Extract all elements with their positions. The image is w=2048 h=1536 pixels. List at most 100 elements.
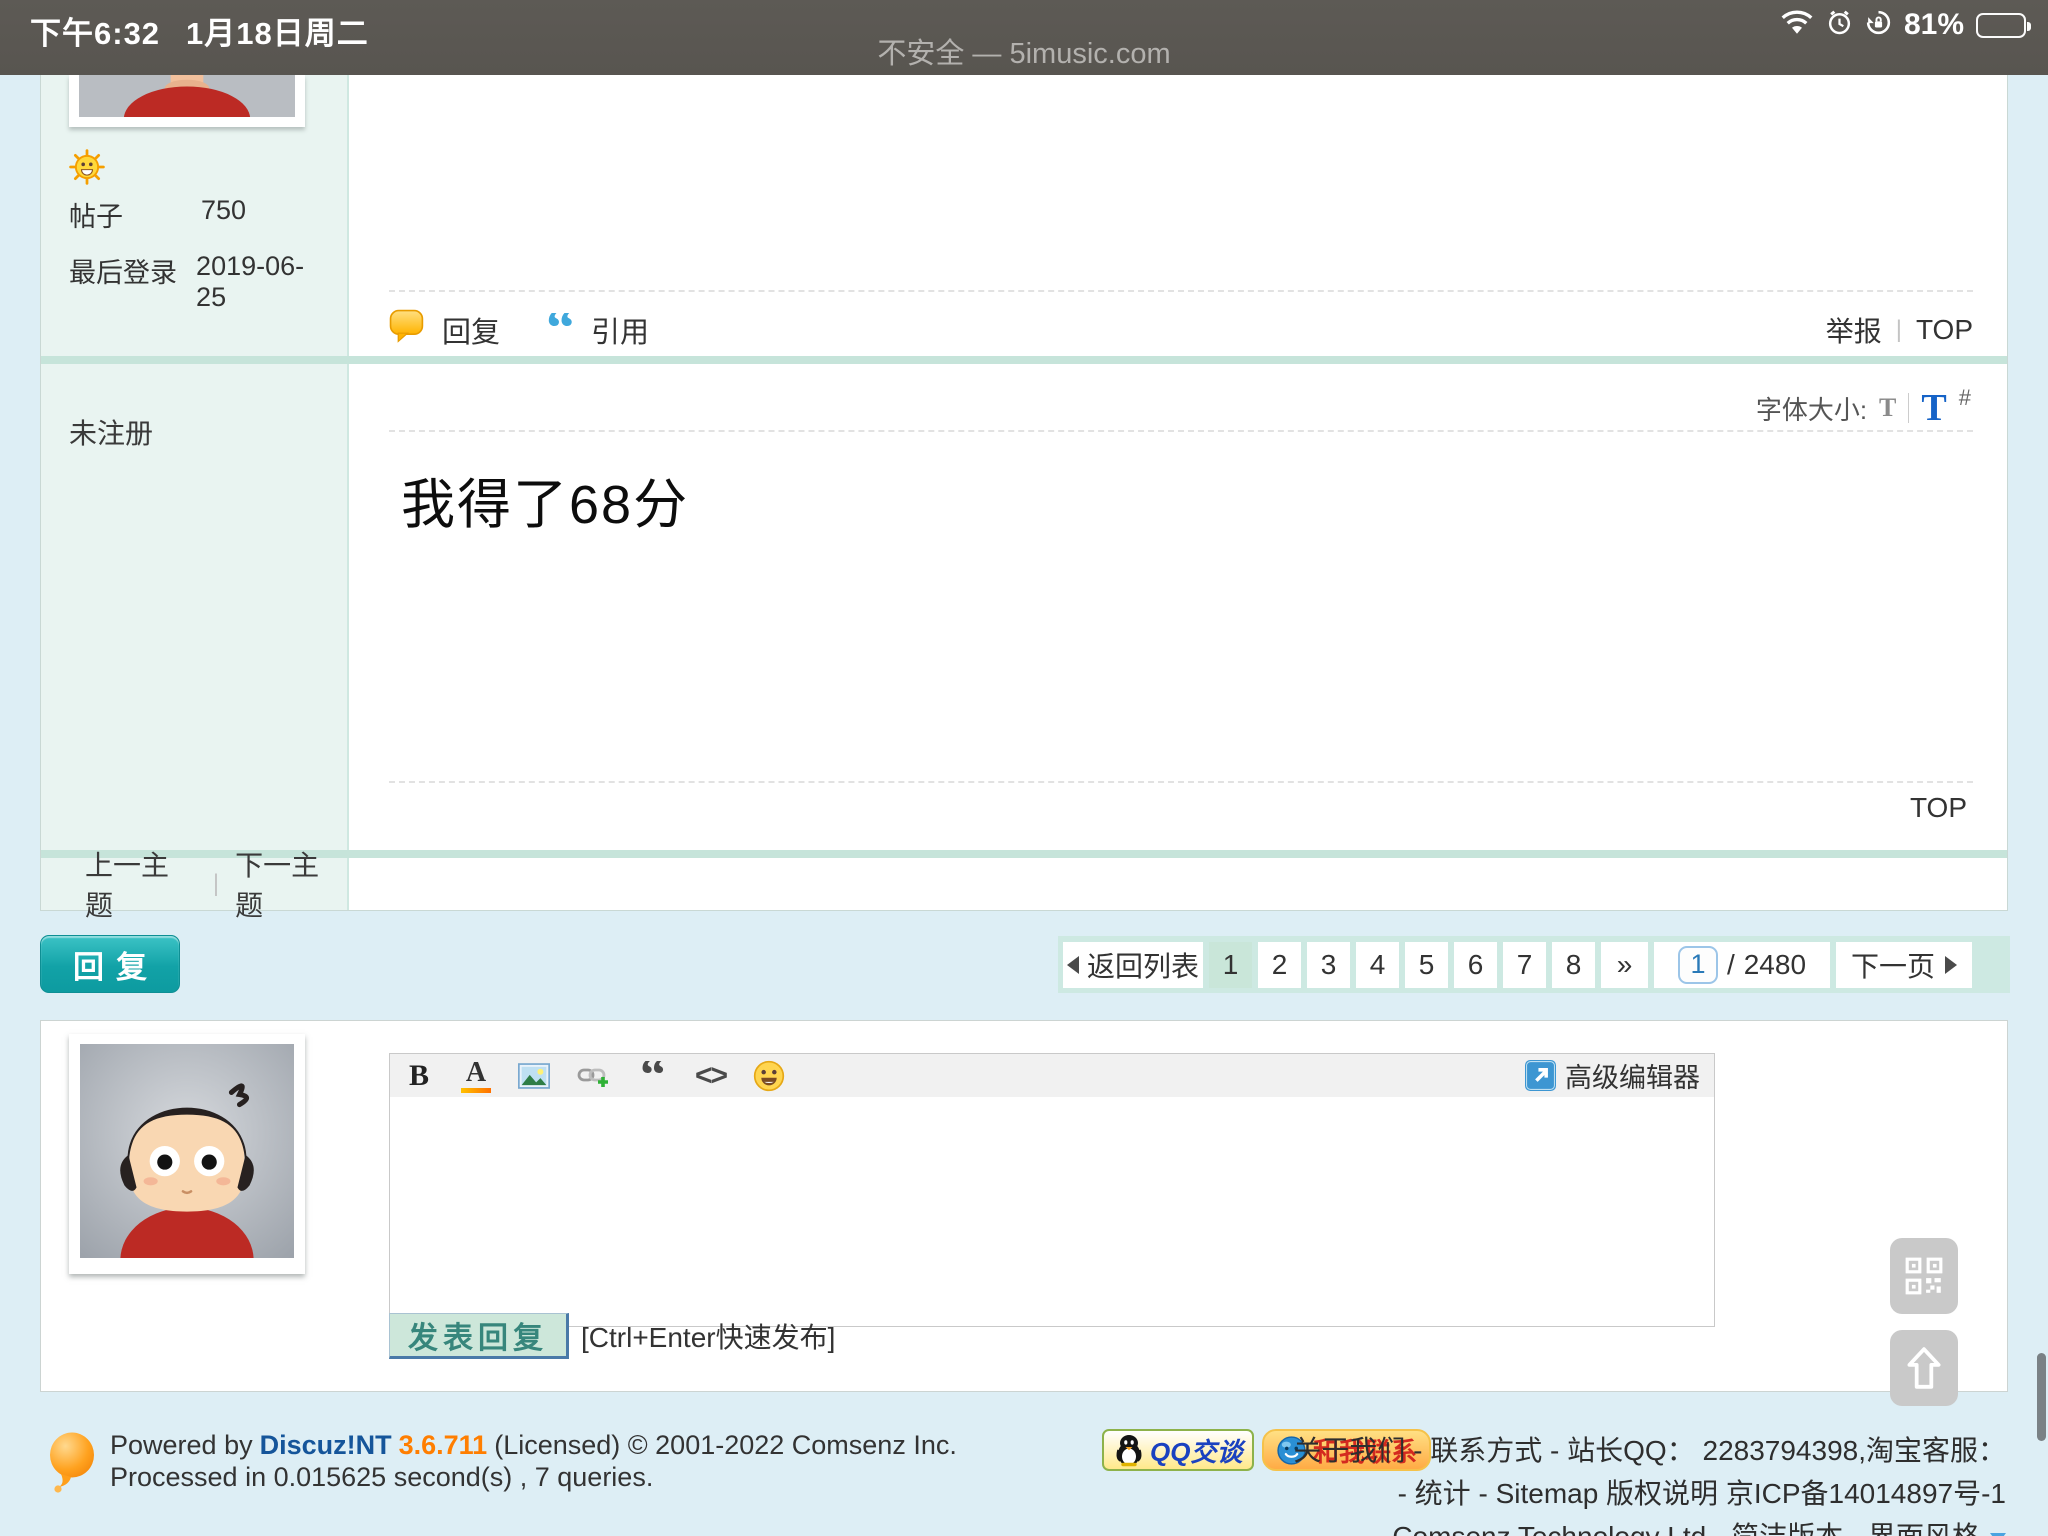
brand-link[interactable]: Discuz!NT	[260, 1430, 392, 1460]
stat-row: 帖子 750	[69, 195, 329, 234]
emoji-button[interactable]	[753, 1059, 785, 1093]
up-arrow-icon	[1903, 1345, 1945, 1391]
next-topic-link[interactable]: 下一主题	[235, 844, 347, 924]
divider	[1908, 393, 1909, 423]
stat-row: 最后登录 2019-06-25	[69, 251, 329, 313]
page-button[interactable]: 6	[1454, 942, 1497, 988]
security-url-label[interactable]: 不安全 — 5imusic.com	[0, 30, 2048, 72]
page-button[interactable]: 5	[1405, 942, 1448, 988]
thread-nav-row: 上一主题 | 下一主题	[41, 858, 2007, 910]
footer-links-line2[interactable]: - 统计 - Sitemap 版权说明 京ICP备14014897号-1	[1293, 1472, 2006, 1515]
rotation-lock-icon	[1865, 9, 1892, 41]
page-separator: /	[1727, 949, 1735, 981]
page-button[interactable]: 8	[1552, 942, 1595, 988]
reply-link[interactable]: 回复	[442, 309, 500, 351]
thread-board: 帖子 750 最后登录 2019-06-25 回复 “ 引用	[40, 75, 2008, 911]
back-to-list-button[interactable]: 返回列表	[1063, 942, 1203, 988]
page-button[interactable]: 4	[1356, 942, 1399, 988]
top-link[interactable]: TOP	[1910, 792, 1967, 824]
font-large-button[interactable]: T	[1921, 386, 1946, 430]
status-bar: 下午6:321月18日周二 不安全 — 5imusic.com 81%	[0, 0, 2048, 75]
post-content: 我得了68分	[401, 460, 689, 539]
stat-value: 750	[201, 195, 246, 234]
avatar-image	[79, 75, 295, 117]
qr-code-button[interactable]	[1890, 1238, 1958, 1314]
footer-links: 关于我们 - 联系方式 - 站长QQ： 2283794398,淘宝客服： - 统…	[1293, 1429, 2006, 1536]
scroll-top-button[interactable]	[1890, 1330, 1958, 1406]
submit-reply-button[interactable]: 发表回复	[389, 1313, 569, 1359]
arrow-left-icon	[1067, 956, 1079, 974]
powered-block: Powered byDiscuz!NT3.6.711(Licensed) © 2…	[110, 1429, 964, 1493]
color-button[interactable]: A	[461, 1059, 491, 1093]
bold-button[interactable]: B	[404, 1059, 434, 1093]
anchor-link[interactable]: #	[1959, 385, 1971, 411]
smiley-icon	[753, 1060, 785, 1092]
page-button[interactable]: 2	[1258, 942, 1301, 988]
prev-topic-link[interactable]: 上一主题	[85, 844, 197, 924]
link-icon	[577, 1062, 611, 1090]
qr-code-icon	[1903, 1255, 1945, 1297]
footer-links-line1[interactable]: 关于我们 - 联系方式 - 站长QQ： 2283794398,淘宝客服：	[1293, 1429, 2006, 1472]
page-total: 2480	[1744, 949, 1806, 981]
stat-value: 2019-06-25	[196, 251, 329, 313]
quote-link[interactable]: 引用	[591, 309, 649, 351]
code-button[interactable]: <>	[695, 1059, 726, 1093]
pagination: 返回列表 1 2 3 4 5 6 7 8 » / 2480 下一页	[1058, 936, 2010, 993]
link-button[interactable]	[577, 1059, 611, 1093]
thread-nav-cell: 上一主题 | 下一主题	[41, 858, 349, 910]
license-text: (Licensed) © 2001-2022 Comsenz Inc.	[494, 1430, 957, 1460]
arrow-right-icon	[1945, 956, 1957, 974]
footer: Powered byDiscuz!NT3.6.711(Licensed) © 2…	[40, 1425, 2008, 1536]
post-body-top: 回复 “ 引用 举报 | TOP	[349, 75, 2007, 356]
scrollbar-thumb[interactable]	[2037, 1353, 2046, 1441]
battery-icon	[1976, 13, 2026, 38]
more-pages-button[interactable]: »	[1601, 942, 1648, 988]
editor-avatar-frame	[69, 1034, 305, 1274]
font-size-label: 字体大小:	[1756, 390, 1867, 427]
sun-emoji-icon	[69, 149, 105, 185]
reply-textarea[interactable]	[389, 1097, 1715, 1327]
quote-icon: “	[546, 313, 575, 347]
image-button[interactable]	[518, 1059, 550, 1093]
top-link[interactable]: TOP	[1916, 314, 1973, 346]
image-icon	[518, 1063, 550, 1089]
page-button[interactable]: 7	[1503, 942, 1546, 988]
separator: |	[213, 870, 219, 898]
footer-links-line3[interactable]: Comsenz Technology Ltd - 简洁版本 - 界面风格	[1293, 1515, 2006, 1536]
post-row-top: 帖子 750 最后登录 2019-06-25 回复 “ 引用	[41, 75, 2007, 356]
processed-line: Processed in 0.015625 second(s) , 7 quer…	[110, 1461, 964, 1493]
page-current: 1	[1209, 942, 1252, 988]
reply-button[interactable]: 回复	[40, 935, 180, 993]
font-size-control: 字体大小: T T #	[1756, 386, 1971, 430]
page-button[interactable]: 3	[1307, 942, 1350, 988]
page-jump-box: / 2480	[1654, 942, 1830, 988]
reply-bubble-icon	[389, 308, 426, 352]
post-row-main: 未注册 字体大小: T T # 我得了68分 TOP	[41, 364, 2007, 850]
version-label[interactable]: 3.6.711	[399, 1430, 488, 1460]
qq-chat-badge[interactable]: QQ交谈	[1102, 1429, 1254, 1471]
author-sidebar-main: 未注册	[41, 364, 349, 850]
report-link[interactable]: 举报	[1826, 310, 1882, 350]
author-sidebar-top: 帖子 750 最后登录 2019-06-25	[41, 75, 349, 356]
powered-prefix: Powered by	[110, 1430, 253, 1460]
qq-penguin-icon	[1114, 1432, 1144, 1468]
advanced-editor-button[interactable]: 高级编辑器	[1525, 1056, 1700, 1095]
wifi-icon	[1780, 10, 1814, 41]
battery-percent: 81%	[1904, 8, 1964, 42]
font-small-button[interactable]: T	[1879, 393, 1896, 423]
author-status: 未注册	[69, 412, 153, 452]
author-stats: 帖子 750 最后登录 2019-06-25	[69, 195, 329, 330]
dashed-separator	[389, 430, 1973, 432]
stat-label: 最后登录	[69, 251, 196, 313]
alarm-icon	[1826, 9, 1853, 41]
post-body-main: 字体大小: T T # 我得了68分 TOP	[349, 364, 2007, 850]
next-page-button[interactable]: 下一页	[1836, 942, 1972, 988]
page-jump-input[interactable]	[1678, 946, 1718, 984]
stat-label: 帖子	[69, 195, 201, 234]
powered-line: Powered byDiscuz!NT3.6.711(Licensed) © 2…	[110, 1429, 964, 1461]
shortcut-hint: [Ctrl+Enter快速发布]	[581, 1313, 835, 1359]
external-link-icon	[1525, 1060, 1556, 1091]
quote-button[interactable]: “	[638, 1061, 668, 1091]
dashed-separator	[389, 781, 1973, 783]
editor-avatar-image	[79, 1044, 295, 1258]
